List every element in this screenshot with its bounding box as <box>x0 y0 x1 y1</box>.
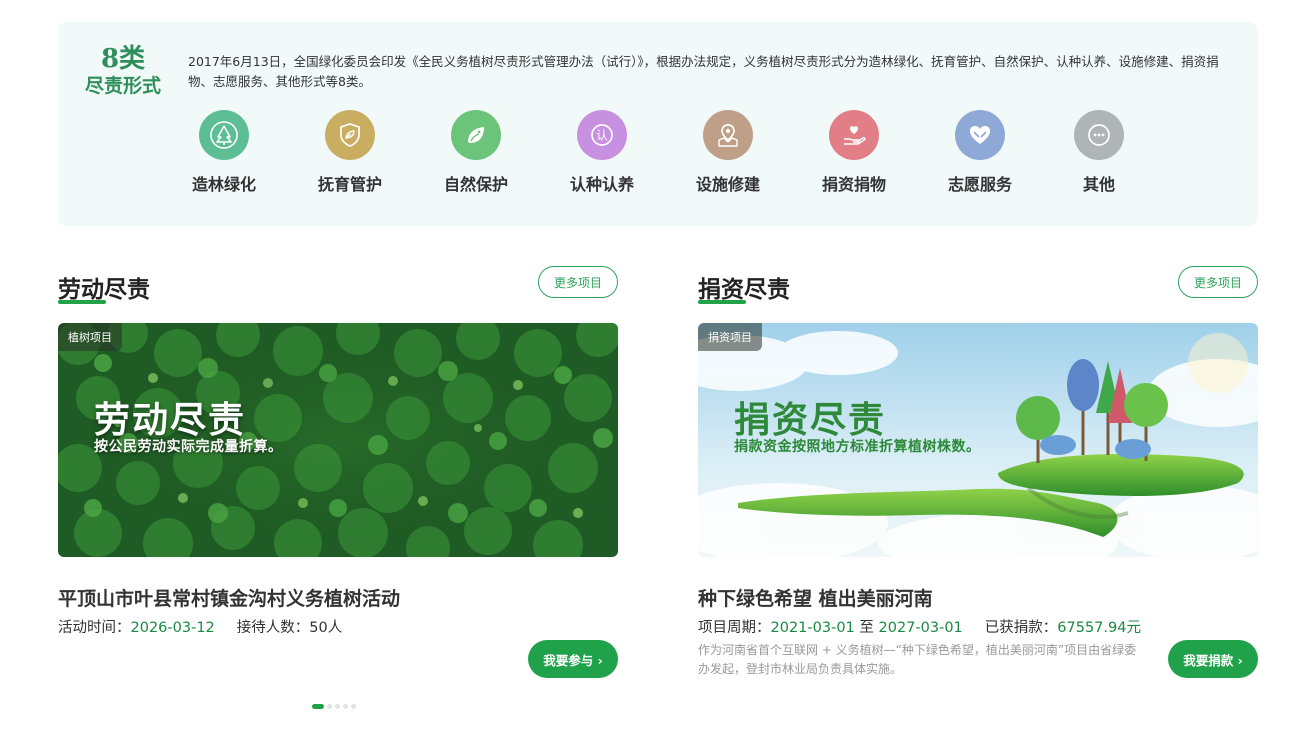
project-description: 作为河南省首个互联网 + 义务植树—“种下绿色希望，植出美丽河南”项目由省绿委办… <box>698 643 1137 676</box>
section-underline <box>698 300 746 304</box>
section-underline <box>58 300 106 304</box>
duty-types-panel: 8类 尽责形式 2017年6月13日，全国绿化委员会印发《全民义务植树尽责形式管… <box>58 22 1258 226</box>
type-item-volunteer[interactable]: 志愿服务 <box>935 110 1025 195</box>
project-tag: 捐资项目 <box>698 323 762 351</box>
project-meta: 项目周期：2021-03-01 至 2027-03-01 已获捐款：67557.9… <box>698 616 1141 637</box>
project-meta: 活动时间：2026-03-12 接待人数：50人 <box>58 616 342 637</box>
type-label: 其他 <box>1082 175 1115 194</box>
project-period-label: 项目周期： <box>698 620 771 636</box>
type-label: 设施修建 <box>695 175 760 194</box>
carousel-dot[interactable] <box>343 704 348 709</box>
labor-banner[interactable]: 植树项目 劳动尽责 按公民劳动实际完成量折算。 <box>58 323 618 557</box>
carousel-dot[interactable] <box>327 704 332 709</box>
donate-hand-icon <box>829 110 879 160</box>
project-title[interactable]: 种下绿色希望 植出美丽河南 <box>698 584 933 611</box>
bird-leaf-icon <box>451 110 501 160</box>
type-label: 志愿服务 <box>947 175 1012 194</box>
tree-icon <box>199 110 249 160</box>
type-label: 自然保护 <box>443 175 508 194</box>
map-pin-icon <box>703 110 753 160</box>
types-badge-label: 尽责形式 <box>84 75 161 97</box>
join-button[interactable]: 我要参与 › <box>528 640 618 678</box>
project-period-start: 2021-03-01 <box>770 620 855 636</box>
type-label: 抚育管护 <box>317 175 382 194</box>
type-label: 造林绿化 <box>191 175 256 194</box>
carousel-dot[interactable] <box>351 704 356 709</box>
banner-subtitle: 捐款资金按照地方标准折算植树株数。 <box>734 439 981 455</box>
donation-amount-label: 已获捐款： <box>984 620 1058 636</box>
reception-count-value: 50人 <box>309 620 343 636</box>
type-label: 认种认养 <box>569 175 634 194</box>
project-period-separator: 至 <box>859 620 874 636</box>
activity-time-label: 活动时间： <box>58 620 131 636</box>
more-projects-button[interactable]: 更多项目 <box>1178 266 1258 298</box>
more-icon <box>1074 110 1124 160</box>
types-badge: 8类 尽责形式 <box>78 44 168 98</box>
section-title: 捐资尽责 <box>698 277 790 303</box>
types-badge-count: 8类 <box>100 44 146 74</box>
donation-section: 捐资尽责 更多项目 捐资项目 捐资尽责 捐款资金按照地方标准折算植树株数。 种下… <box>698 266 1258 686</box>
type-item-tending[interactable]: 抚育管护 <box>305 110 395 195</box>
adopt-icon: 认 <box>577 110 627 160</box>
carousel-dot[interactable] <box>312 704 324 709</box>
project-period-end: 2027-03-01 <box>878 620 963 636</box>
heart-hands-icon <box>955 110 1005 160</box>
type-item-facilities[interactable]: 设施修建 <box>683 110 773 195</box>
type-label: 捐资捐物 <box>821 175 886 194</box>
type-item-donation[interactable]: 捐资捐物 <box>809 110 899 195</box>
donation-banner[interactable]: 捐资项目 捐资尽责 捐款资金按照地方标准折算植树株数。 <box>698 323 1258 557</box>
project-title[interactable]: 平顶山市叶县常村镇金沟村义务植树活动 <box>58 584 400 611</box>
more-projects-button[interactable]: 更多项目 <box>538 266 618 298</box>
banner-subtitle: 按公民劳动实际完成量折算。 <box>94 439 283 455</box>
donation-amount-value: 67557.94元 <box>1057 620 1141 636</box>
donate-button[interactable]: 我要捐款 › <box>1168 640 1258 678</box>
activity-time-value: 2026-03-12 <box>130 620 215 636</box>
type-item-afforestation[interactable]: 造林绿化 <box>179 110 269 195</box>
types-description: 2017年6月13日，全国绿化委员会印发《全民义务植树尽责形式管理办法（试行）》… <box>188 54 1219 89</box>
carousel-dots <box>312 704 359 709</box>
reception-count-label: 接待人数： <box>236 620 310 636</box>
shield-leaf-icon <box>325 110 375 160</box>
labor-section: 劳动尽责 更多项目 植树项目 劳动尽责 按公民劳动实际完成量折算。 平顶山市叶县… <box>58 266 618 686</box>
section-title: 劳动尽责 <box>58 277 150 303</box>
carousel-dot[interactable] <box>335 704 340 709</box>
type-item-adoption[interactable]: 认 认种认养 <box>557 110 647 195</box>
type-item-other[interactable]: 其他 <box>1054 110 1144 195</box>
project-tag: 植树项目 <box>58 323 122 351</box>
type-item-nature-protection[interactable]: 自然保护 <box>431 110 521 195</box>
svg-text:认: 认 <box>596 129 608 143</box>
